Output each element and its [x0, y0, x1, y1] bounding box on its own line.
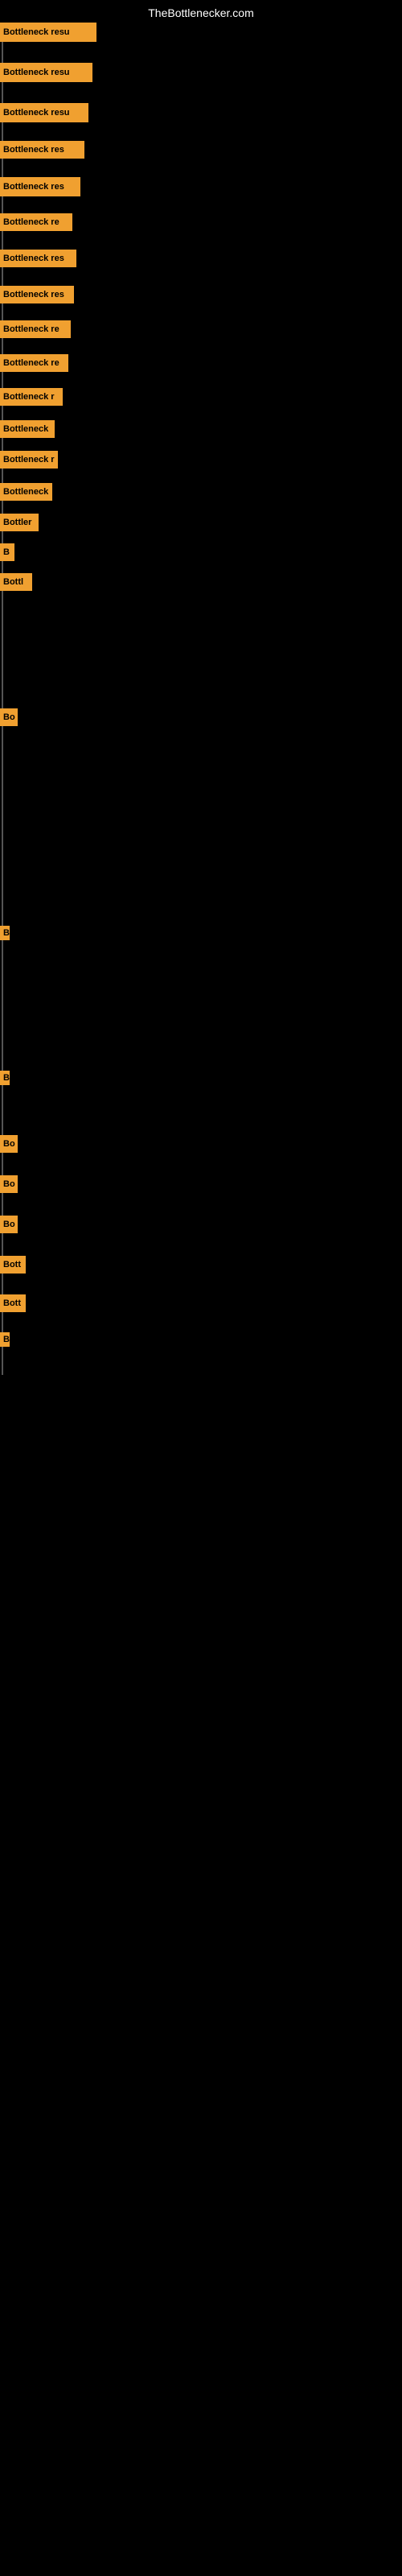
bar-item-18: B	[0, 926, 10, 940]
bar-item-17: Bo	[0, 708, 18, 726]
bar-item-4: Bottleneck res	[0, 177, 80, 196]
bar-item-5: Bottleneck re	[0, 213, 72, 231]
bar-item-14: Bottler	[0, 514, 39, 531]
bar-item-22: Bo	[0, 1216, 18, 1233]
bar-item-25: B	[0, 1332, 10, 1347]
bar-item-7: Bottleneck res	[0, 286, 74, 303]
bar-item-6: Bottleneck res	[0, 250, 76, 267]
page-title: TheBottlenecker.com	[0, 6, 402, 19]
bar-item-20: Bo	[0, 1135, 18, 1153]
bar-item-1: Bottleneck resu	[0, 63, 92, 82]
bar-item-11: Bottleneck	[0, 420, 55, 438]
bar-item-23: Bott	[0, 1256, 26, 1274]
bar-item-12: Bottleneck r	[0, 451, 58, 469]
bar-item-24: Bott	[0, 1294, 26, 1312]
bar-item-15: B	[0, 543, 14, 561]
bar-item-16: Bottl	[0, 573, 32, 591]
bar-item-19: B	[0, 1071, 10, 1085]
bar-item-8: Bottleneck re	[0, 320, 71, 338]
bar-item-21: Bo	[0, 1175, 18, 1193]
bar-item-10: Bottleneck r	[0, 388, 63, 406]
bar-item-2: Bottleneck resu	[0, 103, 88, 122]
bar-item-9: Bottleneck re	[0, 354, 68, 372]
bar-item-3: Bottleneck res	[0, 141, 84, 159]
bar-item-13: Bottleneck	[0, 483, 52, 501]
bar-item-0: Bottleneck resu	[0, 23, 96, 42]
